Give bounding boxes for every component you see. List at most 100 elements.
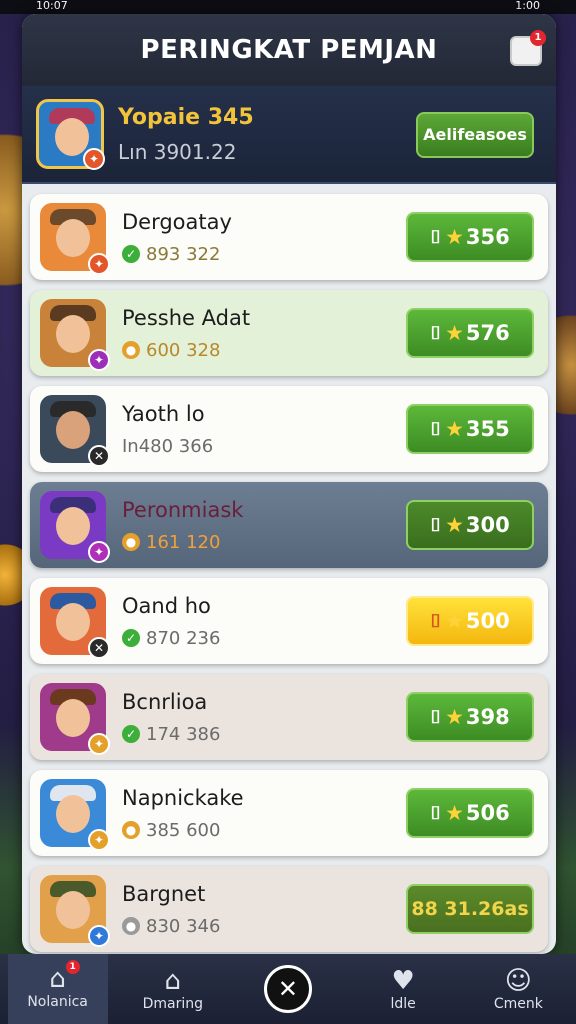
inbox-button[interactable]: 1	[510, 30, 546, 66]
gray-coin-icon: ●	[122, 917, 140, 935]
nav-battle[interactable]: ✕	[238, 965, 338, 1013]
row-name: Yaoth lo	[122, 401, 205, 426]
row-badge-icon: ✦	[88, 733, 110, 755]
row-stat: 161 120	[146, 531, 221, 553]
leaderboard-row[interactable]: ✦ Bargnet ● 830 346 88 31.26as	[30, 866, 548, 952]
player-score: Lın 3901.22	[118, 139, 237, 164]
row-badge-icon: ✦	[88, 541, 110, 563]
coin-icon: ●	[122, 341, 140, 359]
score-button[interactable]: ⌷ ★ 356	[406, 212, 534, 262]
score-button[interactable]: ⌷ ★ 398	[406, 692, 534, 742]
trophy-icon: ⌷	[430, 610, 442, 632]
current-player-bar: ✦ Yopaie 345 Lın 3901.22 Aelifeasoes	[22, 86, 556, 184]
row-score: 398	[465, 705, 510, 729]
trophy-icon: ⌷	[430, 322, 442, 344]
nav-profile[interactable]: ☺ Cmenk	[468, 966, 568, 1012]
score-button[interactable]: ⌷ ★ 300	[406, 500, 534, 550]
row-avatar: ✦	[40, 491, 110, 563]
leaderboard-header: PERINGKAT PEMJAN 1	[22, 14, 556, 86]
row-name: Pesshe Adat	[122, 305, 251, 330]
check-icon: ✓	[122, 245, 140, 263]
score-button[interactable]: 88 31.26as	[406, 884, 534, 934]
star-icon: ★	[445, 225, 464, 249]
row-stat: 870 236	[146, 627, 221, 649]
leaderboard-row[interactable]: ✦ Pesshe Adat ● 600 328 ⌷ ★ 576	[30, 290, 548, 376]
row-badge-icon: ✦	[88, 349, 110, 371]
row-avatar: ✦	[40, 203, 110, 275]
home-icon: ⌂	[49, 964, 66, 994]
row-score: 300	[465, 513, 510, 537]
row-name: Bargnet	[122, 881, 206, 906]
trophy-icon: ⌷	[430, 802, 442, 824]
player-avatar[interactable]: ✦	[36, 99, 105, 170]
battle-icon: ✕	[263, 965, 312, 1013]
row-badge-icon: ✦	[88, 829, 110, 851]
coin-icon: ●	[122, 821, 140, 839]
row-avatar: ✦	[40, 683, 110, 755]
leaderboard-row[interactable]: ✦ Bcnrlioa ✓ 174 386 ⌷ ★ 398	[30, 674, 548, 760]
leaderboard-row[interactable]: ✦ Dergoatay ✓ 893 322 ⌷ ★ 356	[30, 194, 548, 280]
row-badge-icon: ✦	[88, 925, 110, 947]
shop-icon: ⌂	[164, 966, 182, 996]
trophy-icon: ⌷	[430, 226, 442, 248]
check-icon: ✓	[122, 629, 140, 647]
row-name: Oand ho	[122, 593, 211, 618]
row-score: 88 31.26as	[411, 898, 529, 920]
row-badge-icon: ✦	[88, 253, 110, 275]
row-score: 506	[465, 801, 510, 825]
star-icon: ★	[445, 417, 464, 441]
score-button[interactable]: ⌷ ★ 506	[406, 788, 534, 838]
row-avatar: ✕	[40, 587, 110, 659]
check-icon: ✓	[122, 725, 140, 743]
trophy-icon: ⌷	[430, 418, 442, 440]
row-avatar: ✦	[40, 299, 110, 371]
row-stat: 830 346	[146, 915, 221, 937]
status-bar: 10:07 1:00	[0, 0, 576, 14]
row-name: Napnickake	[122, 785, 244, 810]
achievements-button[interactable]: Aelifeasoes	[416, 112, 534, 158]
leaderboard-row[interactable]: ✦ Napnickake ● 385 600 ⌷ ★ 506	[30, 770, 548, 856]
leaderboard-row[interactable]: ✕ Oand ho ✓ 870 236 ⌷ ★ 500	[30, 578, 548, 664]
player-name: Yopaie 345	[118, 104, 254, 130]
score-button-gold[interactable]: ⌷ ★ 500	[406, 596, 534, 646]
status-battery: 1:00	[515, 0, 540, 12]
star-icon: ★	[445, 513, 464, 537]
row-badge-icon: ✕	[88, 445, 110, 467]
nav-shop[interactable]: ⌂ Dmaring	[123, 966, 223, 1012]
star-icon: ★	[445, 705, 464, 729]
score-button[interactable]: ⌷ ★ 355	[406, 404, 534, 454]
row-score: 356	[465, 225, 510, 249]
leaderboard-panel: PERINGKAT PEMJAN 1 ✦ Yopaie 345 Lın 3901…	[22, 14, 556, 954]
star-icon: ★	[445, 801, 464, 825]
trophy-icon: ⌷	[430, 514, 442, 536]
row-name: Dergoatay	[122, 209, 232, 234]
row-avatar: ✦	[40, 779, 110, 851]
leaderboard-row-highlighted[interactable]: ✦ Peronmiask ● 161 120 ⌷ ★ 300	[30, 482, 548, 568]
row-avatar: ✕	[40, 395, 110, 467]
row-name: Peronmiask	[122, 497, 244, 522]
star-icon: ★	[445, 321, 464, 345]
row-score: 576	[465, 321, 510, 345]
profile-icon: ☺	[504, 966, 532, 996]
nav-home[interactable]: ⌂ 1 Nolanica	[7, 954, 108, 1024]
row-score: 355	[465, 417, 510, 441]
player-badge-icon: ✦	[83, 148, 105, 170]
heart-icon: ♥	[391, 966, 415, 996]
bottom-nav: ⌂ 1 Nolanica ⌂ Dmaring ✕ ♥ ldle ☺ Cmenk	[0, 954, 576, 1024]
row-score: 500	[465, 609, 510, 633]
nav-label: Nolanica	[27, 994, 88, 1010]
nav-badge: 1	[65, 960, 80, 974]
page-title: PERINGKAT PEMJAN	[140, 35, 438, 65]
row-stat: In480 366	[122, 435, 214, 457]
inbox-badge: 1	[530, 30, 546, 46]
coin-icon: ●	[122, 533, 140, 551]
row-stat: 600 328	[146, 339, 221, 361]
row-avatar: ✦	[40, 875, 110, 947]
leaderboard-row[interactable]: ✕ Yaoth lo In480 366 ⌷ ★ 355	[30, 386, 548, 472]
nav-idle[interactable]: ♥ ldle	[353, 966, 453, 1012]
row-name: Bcnrlioa	[122, 689, 208, 714]
star-icon: ★	[445, 609, 464, 633]
leaderboard-list: ✦ Dergoatay ✓ 893 322 ⌷ ★ 356 ✦ Pesshe Adat…	[22, 184, 556, 952]
score-button[interactable]: ⌷ ★ 576	[406, 308, 534, 358]
nav-label: Dmaring	[142, 996, 203, 1012]
